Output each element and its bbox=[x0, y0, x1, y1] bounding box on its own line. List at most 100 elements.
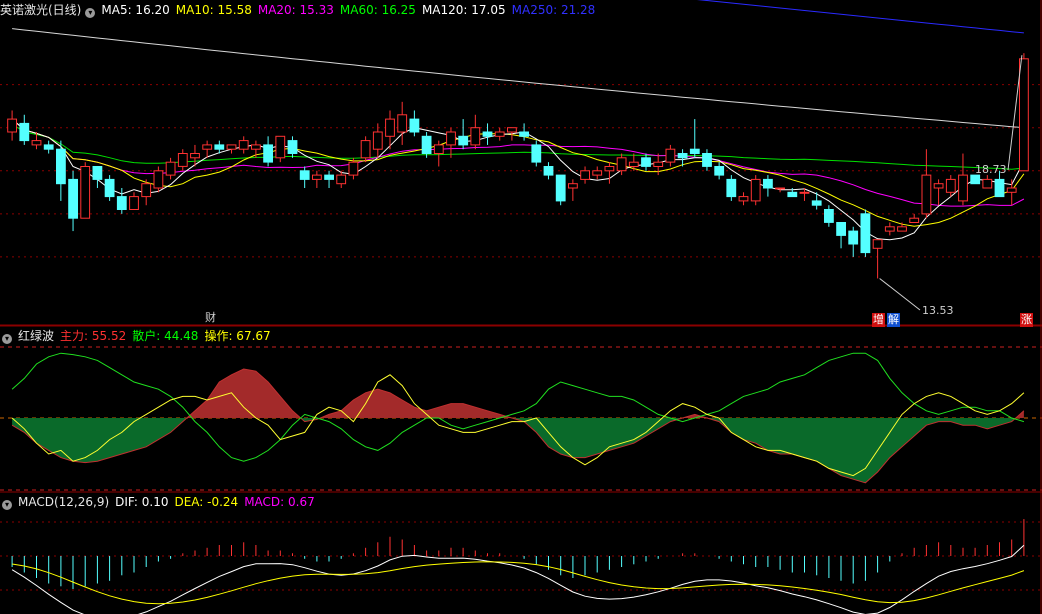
candle-body bbox=[1019, 58, 1029, 172]
ma-legend-item: MA60: 16.25 bbox=[339, 3, 416, 17]
candle-body bbox=[933, 183, 944, 189]
increase-marker[interactable]: 增 bbox=[872, 313, 885, 327]
rise-marker[interactable]: 涨 bbox=[1020, 313, 1033, 327]
financial-report-marker[interactable]: 财 bbox=[204, 311, 217, 325]
candle-body bbox=[458, 135, 469, 146]
candle-body bbox=[372, 131, 383, 150]
candle-body bbox=[738, 196, 749, 202]
hlb-title[interactable]: 红绿波 bbox=[18, 329, 54, 343]
candle-body bbox=[92, 166, 103, 180]
candle-body bbox=[787, 191, 798, 198]
macd-title[interactable]: MACD(12,26,9) bbox=[18, 495, 109, 509]
settings-dot-icon[interactable]: ▾ bbox=[2, 500, 12, 510]
candle-body bbox=[80, 166, 91, 219]
candle-body bbox=[360, 140, 371, 159]
candle-body bbox=[811, 200, 822, 206]
candle-body bbox=[580, 170, 591, 180]
ma-legend-item: MA5: 16.20 bbox=[101, 3, 170, 17]
candle-body bbox=[409, 118, 420, 133]
candle-body bbox=[190, 153, 200, 159]
candle-body bbox=[677, 153, 688, 159]
candle-body bbox=[348, 161, 359, 176]
hlb-legend-item: 散户: 44.48 bbox=[132, 329, 199, 343]
candle-body bbox=[421, 135, 432, 155]
ma-legend-item: MA20: 15.33 bbox=[257, 3, 334, 17]
hlb-legend-items: 主力: 55.52 散户: 44.48 操作: 67.67 bbox=[60, 329, 277, 343]
candle-body bbox=[263, 144, 274, 163]
candle-body bbox=[555, 174, 566, 202]
candle-body bbox=[628, 161, 639, 167]
candle-body bbox=[763, 178, 773, 189]
candle-body bbox=[884, 226, 895, 232]
candle-body bbox=[251, 144, 261, 150]
candle-body bbox=[324, 174, 335, 180]
candle-body bbox=[129, 196, 139, 211]
candle-body bbox=[641, 157, 651, 167]
candle-body bbox=[7, 118, 17, 133]
max-price-label: 18.73 bbox=[975, 163, 1007, 176]
candle-body bbox=[945, 178, 956, 193]
candlesticks[interactable] bbox=[7, 53, 1029, 279]
candle-body bbox=[177, 153, 188, 167]
candle-body bbox=[482, 131, 493, 137]
hlb-indicator bbox=[11, 352, 1025, 484]
hlb-legend-item: 操作: 67.67 bbox=[204, 329, 271, 343]
candle-body bbox=[385, 118, 395, 137]
ma5-line bbox=[11, 118, 1025, 241]
candle-body bbox=[568, 183, 578, 189]
candle-body bbox=[653, 161, 664, 167]
candle-body bbox=[775, 187, 786, 190]
candle-body bbox=[665, 148, 676, 163]
candle-body bbox=[507, 127, 517, 133]
candle-body bbox=[116, 196, 127, 211]
candle-body bbox=[958, 174, 968, 202]
candle-body bbox=[494, 131, 505, 137]
candle-body bbox=[433, 144, 444, 154]
candle-body bbox=[909, 217, 920, 223]
hlb-green-area bbox=[12, 418, 1024, 483]
candle-body bbox=[397, 114, 408, 133]
candle-body bbox=[1006, 187, 1017, 193]
candle-body bbox=[43, 144, 54, 150]
candle-body bbox=[702, 153, 712, 167]
ma-legend-item: MA10: 15.58 bbox=[175, 3, 252, 17]
candle-body bbox=[226, 144, 237, 150]
candle-body bbox=[202, 144, 213, 150]
candle-body bbox=[799, 191, 810, 194]
candle-body bbox=[141, 183, 152, 198]
candle-body bbox=[604, 166, 615, 172]
ma120-line bbox=[12, 28, 1024, 129]
candle-body bbox=[897, 226, 907, 232]
min-arrow bbox=[879, 278, 921, 311]
candle-body bbox=[238, 140, 249, 150]
ma-legend-item: MA250: 21.28 bbox=[511, 3, 596, 17]
macd-legend-item: DIF: 0.10 bbox=[115, 495, 169, 509]
candle-body bbox=[921, 174, 932, 215]
unlock-marker[interactable]: 解 bbox=[887, 313, 900, 327]
stock-chart[interactable] bbox=[0, 0, 1042, 614]
candle-body bbox=[56, 148, 66, 185]
dea-line bbox=[12, 561, 1025, 605]
candle-body bbox=[531, 144, 542, 163]
candle-body bbox=[616, 157, 627, 172]
candle-body bbox=[68, 178, 78, 219]
candle-body bbox=[689, 148, 700, 154]
candle-body bbox=[275, 135, 286, 159]
settings-dot-icon[interactable]: ▾ bbox=[2, 334, 12, 344]
candle-body bbox=[982, 178, 993, 189]
candle-body bbox=[714, 166, 725, 176]
moving-average-lines bbox=[11, 0, 1025, 241]
settings-dot-icon[interactable]: ▾ bbox=[85, 8, 96, 18]
candle-body bbox=[872, 239, 883, 249]
candle-body bbox=[104, 178, 115, 198]
candle-body bbox=[214, 144, 225, 150]
candle-body bbox=[287, 140, 298, 155]
stock-title[interactable]: 英诺激光(日线) bbox=[0, 3, 81, 17]
candle-body bbox=[750, 178, 761, 202]
candle-body bbox=[824, 209, 834, 223]
candle-body bbox=[592, 170, 603, 176]
macd-legend-items: DIF: 0.10 DEA: -0.24 MACD: 0.67 bbox=[115, 495, 321, 509]
main-legend: 英诺激光(日线) ▾ MA5: 16.20 MA10: 15.58 MA20: 15.3… bbox=[0, 2, 607, 19]
candle-body bbox=[165, 161, 176, 176]
ma60-line bbox=[11, 123, 1024, 170]
